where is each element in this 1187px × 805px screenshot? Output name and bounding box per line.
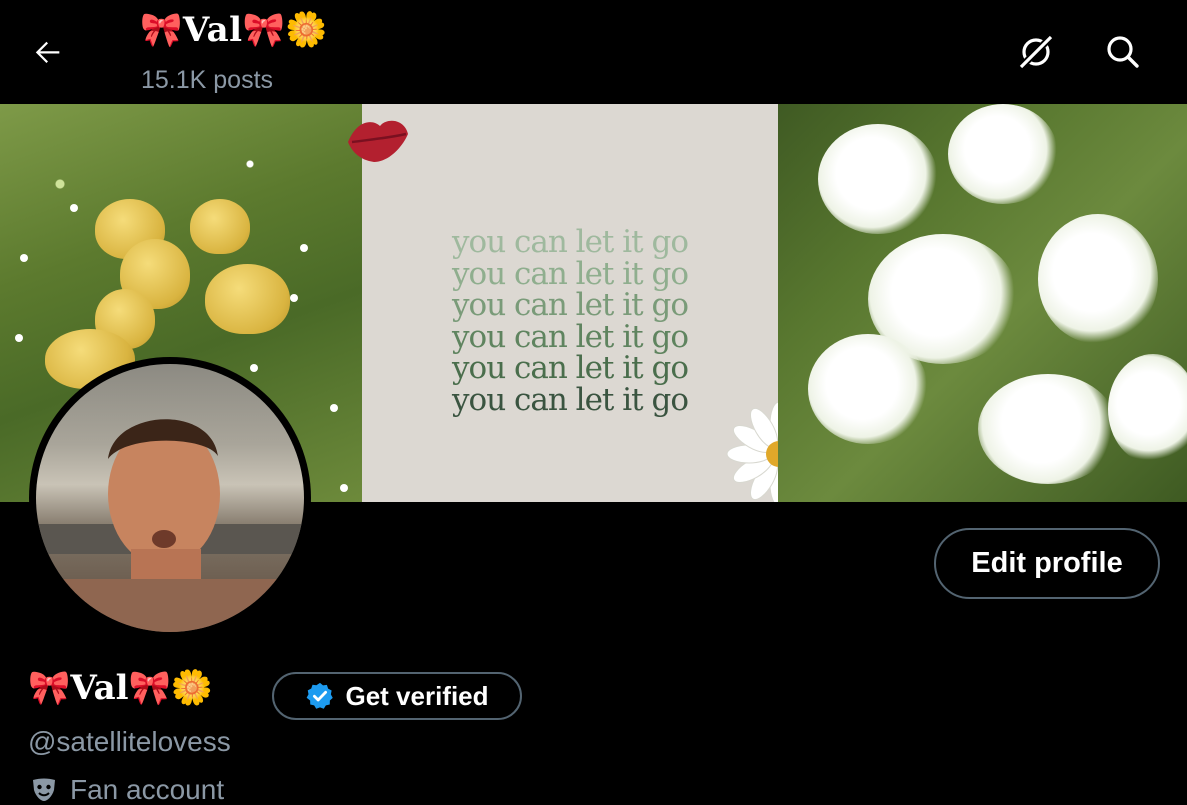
slogan-line-6: you can let it go [452,382,689,418]
profile-header: 🎀Val🎀🌼 15.1K posts [0,0,1187,104]
banner-flowers-photo [778,104,1187,502]
theater-masks-icon [33,778,55,801]
grok-button[interactable] [1012,28,1060,76]
lips-icon [348,120,408,162]
profile-handle: @satellitelovess [28,726,231,757]
display-name: 🎀Val🎀🌼 [28,668,214,708]
get-verified-label: Get verified [345,680,489,711]
profile-avatar[interactable] [29,357,311,639]
profile-category-label: Fan account [70,774,225,805]
header-display-name: 🎀Val🎀🌼 [140,10,329,50]
banner-quote-panel: you can let it go you can let it go you … [348,104,832,502]
slogan-line-5: you can let it go [452,350,689,386]
search-icon [1107,36,1139,68]
slogan-line-3: you can let it go [452,287,689,323]
slogan-line-1: you can let it go [452,224,689,260]
get-verified-button[interactable]: Get verified [272,672,522,720]
back-arrow-icon [35,41,60,64]
grok-icon [1019,35,1053,69]
header-post-count: 15.1K posts [141,66,274,94]
search-button[interactable] [1099,28,1147,76]
avatar-photo [36,364,304,632]
profile-category: Fan account [30,774,224,805]
back-button[interactable] [26,30,70,74]
verified-badge-icon [307,682,334,709]
edit-profile-button[interactable]: Edit profile [934,528,1160,599]
